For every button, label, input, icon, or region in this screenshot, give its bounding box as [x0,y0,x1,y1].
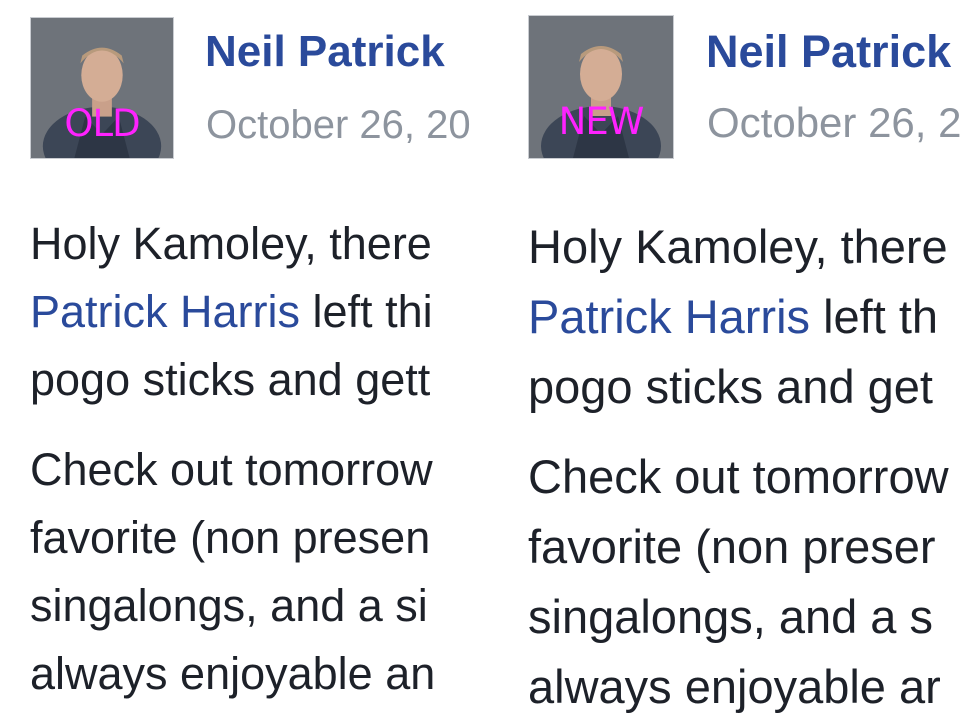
body-line: Check out tomorrow [528,450,949,503]
body-text: left th [810,290,939,343]
post-date[interactable]: October 26, 2 [707,100,961,146]
new-label: NEW [558,100,645,143]
body-line: Patrick Harris left thi [30,278,435,346]
profile-avatar[interactable]: NEW [528,15,674,159]
body-line: Holy Kamoley, there [528,220,948,273]
body-line: always enjoyable ar [528,660,941,713]
body-line: always enjoyable an [30,648,436,699]
old-post-panel: OLD Neil Patrick October 26, 20 Holy Kam… [0,0,487,726]
body-line: singalongs, and a si [30,580,428,631]
old-label: OLD [64,102,140,145]
body-line: pogo sticks and gett [30,354,431,405]
post-body: Holy Kamoley, there Patrick Harris left … [528,212,949,722]
body-line: Holy Kamoley, there [30,218,432,269]
profile-avatar[interactable]: OLD [30,17,174,159]
body-line: Check out tomorrow [30,444,433,495]
post-date[interactable]: October 26, 20 [206,102,471,148]
body-line: singalongs, and a s [528,590,934,643]
body-text: left thi [300,286,433,337]
new-post-panel: NEW Neil Patrick October 26, 2 Holy Kamo… [511,0,979,726]
post-body: Holy Kamoley, there Patrick Harris left … [30,210,435,708]
author-name-link[interactable]: Neil Patrick [706,27,951,77]
mention-link[interactable]: Patrick Harris [528,290,810,343]
mention-link[interactable]: Patrick Harris [30,286,300,337]
author-name-link[interactable]: Neil Patrick [205,27,445,77]
body-line: pogo sticks and get [528,360,933,413]
body-line: Patrick Harris left th [528,282,949,352]
body-line: favorite (non preser [528,520,936,573]
body-line: favorite (non presen [30,512,431,563]
